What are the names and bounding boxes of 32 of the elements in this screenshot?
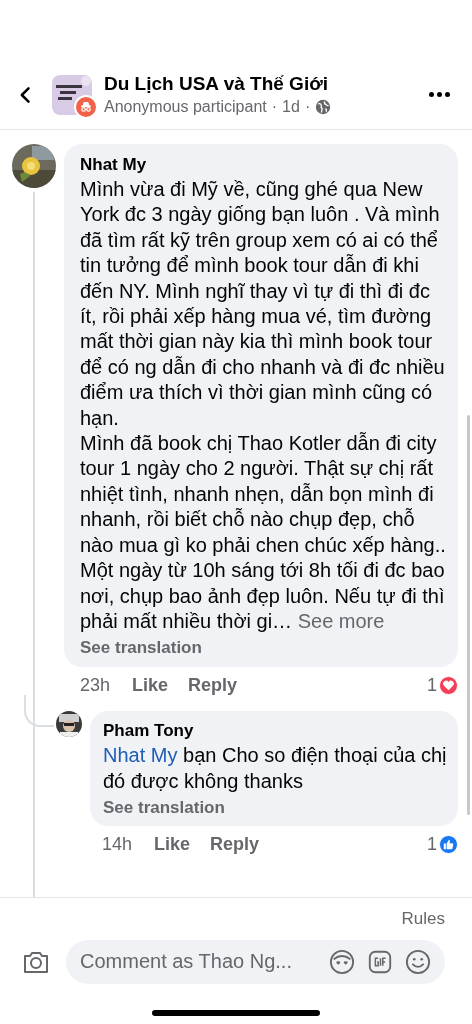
heart-reaction-icon	[439, 676, 458, 696]
commenter-name[interactable]: Pham Tony	[103, 719, 448, 744]
separator-dot: ·	[271, 96, 278, 117]
see-translation-link[interactable]: See translation	[80, 636, 202, 661]
more-options-icon[interactable]	[429, 92, 450, 97]
comment-text: Nhat My bạn Cho so điện thoại của chị đó được không thanks	[103, 743, 448, 794]
reaction-count: 1	[427, 674, 437, 698]
thumbs-up-reaction-icon	[439, 835, 458, 855]
avatar-sticker-icon[interactable]	[329, 948, 355, 975]
separator-dot: ·	[304, 96, 311, 117]
commenter-name[interactable]: Nhat My	[80, 153, 446, 177]
author-label: Anonymous participant	[104, 96, 267, 117]
comment-text: Một ngày từ 10h sáng tới 8h tối đi đc bao nơi, chụp bao ảnh đẹp luôn. Nếu tự đi thì phải mất nhiều thời gi… See more	[80, 558, 446, 634]
globe-icon	[315, 98, 332, 115]
see-more-link[interactable]: See more	[297, 609, 385, 632]
emoji-icon[interactable]	[405, 948, 431, 975]
see-translation-link[interactable]: See translation	[103, 796, 225, 821]
post-time: 1d	[282, 96, 300, 117]
gif-icon[interactable]	[367, 948, 393, 975]
comment-time: 14h	[102, 833, 133, 857]
mention-link[interactable]: Nhat My	[103, 744, 178, 767]
reply-link[interactable]: Reply	[188, 672, 238, 700]
like-link[interactable]: Like	[132, 672, 169, 700]
group-title[interactable]: Du Lịch USA và Thế Giới	[104, 71, 429, 96]
comment-text: Mình vừa đi Mỹ về, cũng ghé qua New York đc 3 ngày giống bạn luôn . Và mình đã tìm rất kỹ trên group xem có ai có thể tin tưởng để mình book tour dẫn đi khi đến NY. Mình nghĩ thay vì tự đi thì đi đc ít, rồi phải xếp hàng mua vé, tìm đường mất thời gian này kia thì mình book tour để có ng dẫn đi cho nhanh và đi đc nhiều điểm ưa thích vì thời gian mình cũng có hạn.	[80, 177, 446, 431]
comment-time: 23h	[80, 674, 111, 698]
comment-text: Mình đã book chị Thao Kotler dẫn đi city tour 1 ngày cho 2 người. Thật sự chị rất nhiệt tình, nhanh nhẹn, dẫn bọn mình đi nhanh, rồi biết chỗ nào chụp đẹp, chỗ nào mua gì ko phải chen chúc xếp hàng..	[80, 431, 446, 558]
rules-link[interactable]: Rules	[401, 906, 445, 932]
reaction-count: 1	[427, 833, 437, 857]
like-link[interactable]: Like	[154, 831, 191, 859]
comment-field[interactable]: Comment as Thao Ng...	[66, 939, 445, 984]
reply-link[interactable]: Reply	[210, 831, 260, 859]
